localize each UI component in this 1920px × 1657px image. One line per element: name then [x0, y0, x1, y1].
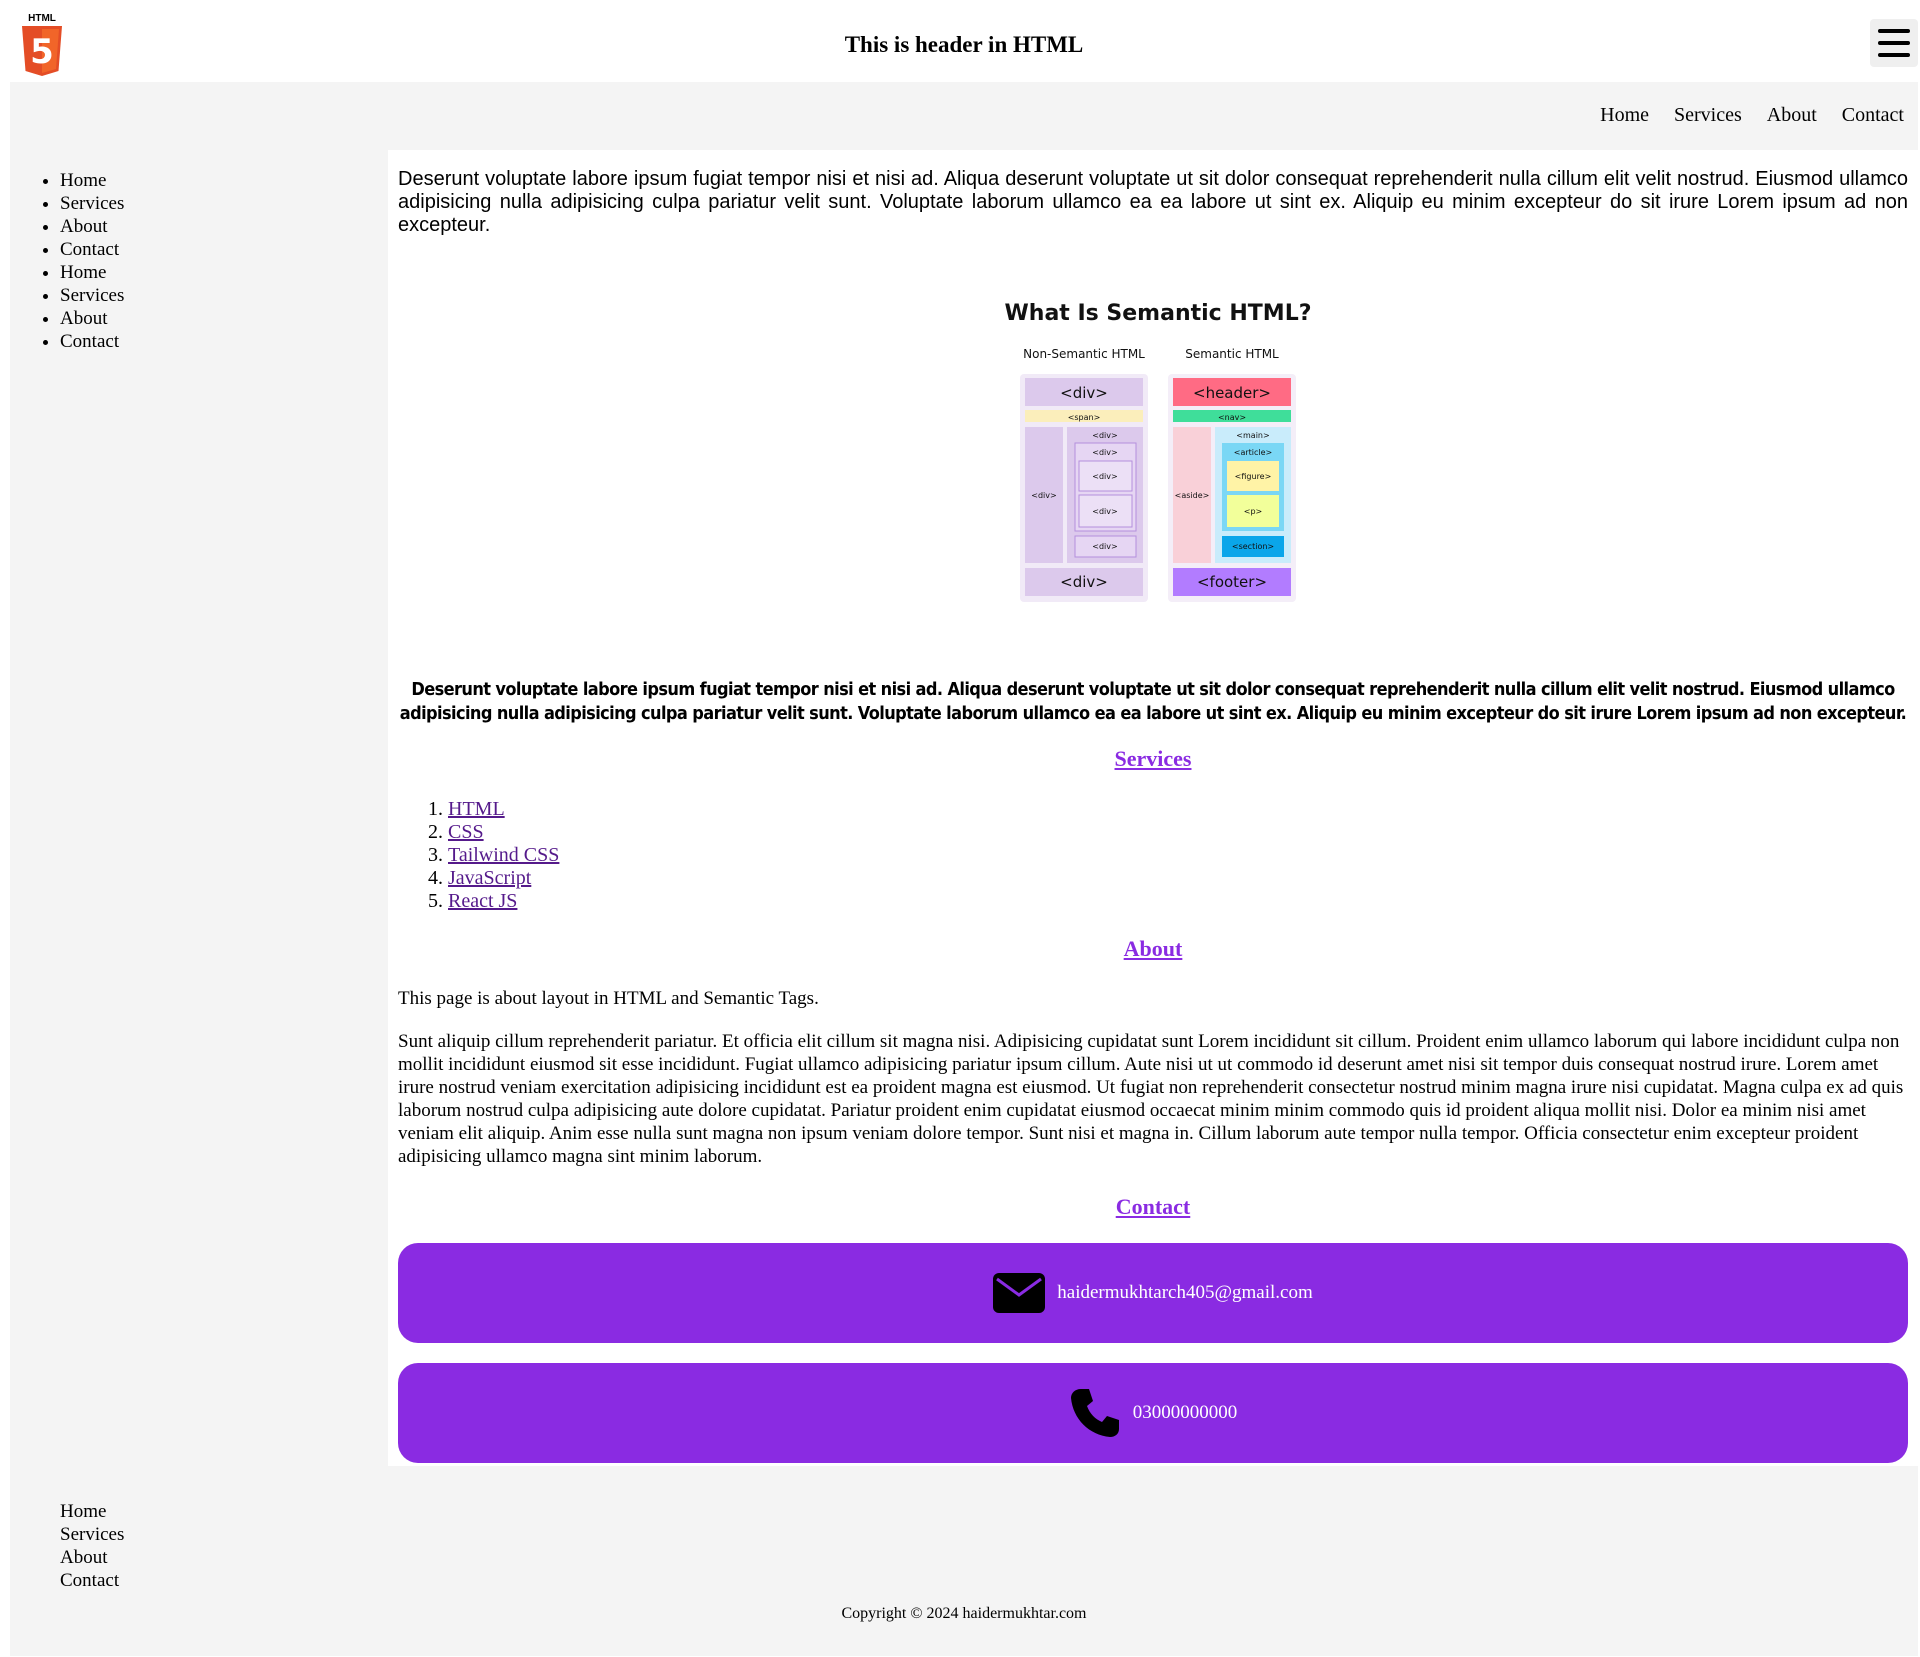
email-text[interactable]: haidermukhtarch405@gmail.com — [1057, 1282, 1312, 1304]
svg-text:<nav>: <nav> — [1218, 413, 1246, 422]
sidebar-item-contact[interactable]: Contact — [60, 330, 124, 353]
hamburger-menu-icon[interactable] — [1870, 19, 1918, 67]
list-item: JavaScript — [448, 867, 559, 890]
figure-left-caption: Non-Semantic HTML — [1023, 347, 1145, 361]
sidebar-item-contact[interactable]: Contact — [60, 238, 124, 261]
svg-text:<div>: <div> — [1060, 573, 1108, 591]
sidebar-item-about[interactable]: About — [60, 215, 124, 238]
sidebar-item-home[interactable]: Home — [60, 261, 124, 284]
svg-text:<main>: <main> — [1236, 431, 1269, 440]
svg-text:<footer>: <footer> — [1197, 573, 1267, 591]
service-link-react[interactable]: React JS — [448, 890, 517, 912]
site-footer: Home Services About Contact Copyright © … — [10, 1466, 1918, 1656]
sidebar-item-about[interactable]: About — [60, 307, 124, 330]
footer-link-home[interactable]: Home — [60, 1500, 124, 1523]
svg-text:<article>: <article> — [1234, 448, 1273, 457]
svg-text:<p>: <p> — [1244, 507, 1262, 516]
intro-paragraph: Deserunt voluptate labore ipsum fugiat t… — [398, 168, 1908, 236]
service-link-javascript[interactable]: JavaScript — [448, 867, 531, 889]
contact-heading[interactable]: Contact — [398, 1194, 1908, 1220]
service-link-css[interactable]: CSS — [448, 821, 484, 843]
list-item: HTML — [448, 798, 559, 821]
page: HTML 5 This is header in HTML Home Servi… — [10, 0, 1918, 1656]
svg-text:<div>: <div> — [1092, 472, 1117, 481]
service-link-tailwind[interactable]: Tailwind CSS — [448, 844, 559, 866]
site-header: HTML 5 This is header in HTML — [10, 0, 1918, 82]
figure-title: What Is Semantic HTML? — [1005, 301, 1312, 326]
envelope-icon — [993, 1273, 1046, 1313]
email-card[interactable]: haidermukhtarch405@gmail.com — [398, 1243, 1908, 1343]
services-heading[interactable]: Services — [398, 746, 1908, 772]
sidebar-item-services[interactable]: Services — [60, 284, 124, 307]
phone-text[interactable]: 03000000000 — [1133, 1402, 1238, 1424]
semantic-html-figure: What Is Semantic HTML? Non-Semantic HTML… — [998, 286, 1318, 656]
sidebar-item-services[interactable]: Services — [60, 192, 124, 215]
footer-link-services[interactable]: Services — [60, 1523, 124, 1546]
sidebar-item-home[interactable]: Home — [60, 169, 124, 192]
list-item: React JS — [448, 890, 559, 913]
bold-paragraph: Deserunt voluptate labore ipsum fugiat t… — [399, 679, 1907, 724]
services-list: HTML CSS Tailwind CSS JavaScript React J… — [398, 798, 559, 913]
svg-text:<section>: <section> — [1232, 542, 1274, 551]
about-intro: This page is about layout in HTML and Se… — [398, 988, 819, 1009]
top-nav: Home Services About Contact — [10, 82, 1918, 150]
svg-text:<header>: <header> — [1193, 384, 1271, 402]
svg-text:<div>: <div> — [1060, 384, 1108, 402]
about-body: Sunt aliquip cillum reprehenderit pariat… — [398, 1031, 1904, 1167]
svg-text:<div>: <div> — [1092, 431, 1117, 440]
nav-item-home[interactable]: Home — [1600, 104, 1649, 127]
footer-link-about[interactable]: About — [60, 1546, 124, 1569]
content-row: Home Services About Contact Home Service… — [10, 150, 1918, 1466]
figure-right-caption: Semantic HTML — [1185, 347, 1279, 361]
svg-text:<div>: <div> — [1092, 448, 1117, 457]
phone-card[interactable]: 03000000000 — [398, 1363, 1908, 1463]
header-title: This is header in HTML — [844, 32, 1084, 57]
main-content: Deserunt voluptate labore ipsum fugiat t… — [388, 150, 1918, 1466]
svg-text:<div>: <div> — [1092, 507, 1117, 516]
svg-text:<span>: <span> — [1068, 413, 1101, 422]
list-item: CSS — [448, 821, 559, 844]
service-link-html[interactable]: HTML — [448, 798, 505, 820]
copyright-text: Copyright © 2024 haidermukhtar.com — [841, 1605, 1087, 1622]
svg-text:<div>: <div> — [1092, 542, 1117, 551]
phone-icon — [1070, 1389, 1119, 1437]
sidebar: Home Services About Contact Home Service… — [10, 150, 388, 1466]
svg-text:<div>: <div> — [1031, 491, 1056, 500]
svg-text:<figure>: <figure> — [1235, 472, 1272, 481]
nav-item-contact[interactable]: Contact — [1842, 104, 1904, 127]
list-item: Tailwind CSS — [448, 844, 559, 867]
svg-text:<aside>: <aside> — [1175, 491, 1210, 500]
main-inner: Deserunt voluptate labore ipsum fugiat t… — [398, 168, 1908, 1463]
nav-item-services[interactable]: Services — [1674, 104, 1742, 127]
nav-item-about[interactable]: About — [1767, 104, 1817, 127]
about-heading[interactable]: About — [398, 936, 1908, 962]
logo-text: HTML — [28, 13, 56, 24]
footer-link-contact[interactable]: Contact — [60, 1569, 124, 1592]
